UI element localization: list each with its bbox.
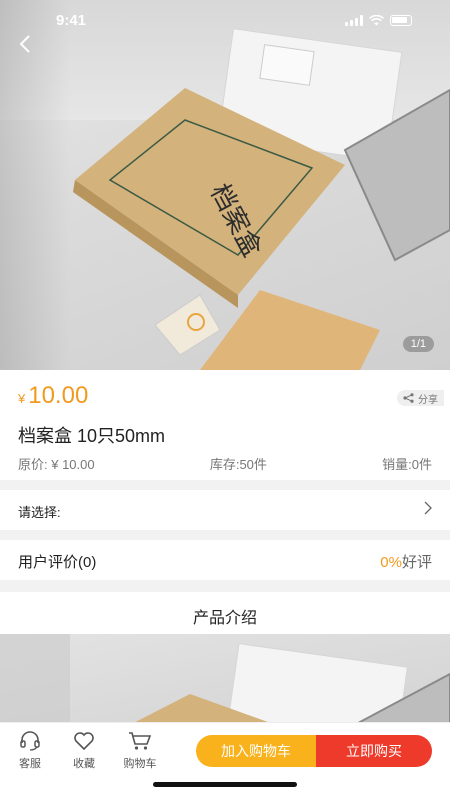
cart-label: 购物车 [123, 758, 157, 770]
customer-service-label: 客服 [19, 758, 41, 770]
cellular-signal-icon [345, 15, 363, 26]
product-photo: 档案盒 [73, 28, 450, 370]
positive-rate-suffix: 好评 [401, 554, 432, 571]
favorite-label: 收藏 [73, 758, 95, 770]
reviews-label: 用户评价(0) [18, 554, 97, 571]
product-title: 档案盒 10只50mm [18, 426, 166, 446]
share-icon [403, 393, 414, 403]
share-label: 分享 [418, 394, 438, 406]
status-icons [345, 15, 412, 26]
product-image-gallery[interactable]: 档案盒 1/1 [0, 0, 450, 370]
chevron-left-icon [19, 35, 30, 53]
share-button[interactable]: 分享 [397, 390, 444, 406]
spec-select-label: 请选择: [18, 505, 61, 520]
chevron-right-icon [424, 501, 432, 515]
positive-rate-value: 0% [380, 554, 402, 571]
status-bar: 9:41 [0, 0, 450, 44]
status-time: 9:41 [56, 12, 87, 29]
customer-service-button[interactable]: 客服 [8, 731, 52, 771]
product-meta: 原价: ¥ 10.00 库存:50件 销量:0件 [18, 454, 432, 473]
currency-symbol: ¥ [18, 391, 26, 406]
back-button[interactable] [12, 34, 38, 60]
price: ¥10.00 [18, 382, 88, 410]
home-indicator [153, 782, 297, 787]
product-info-card: ¥10.00 分享 档案盒 10只50mm 原价: ¥ 10.00 库存:50件… [0, 370, 450, 480]
shopping-cart-icon [129, 732, 152, 750]
stock: 库存:50件 [209, 457, 267, 472]
image-counter: 1/1 [402, 336, 434, 352]
buy-now-button[interactable]: 立即购买 [316, 735, 432, 767]
original-price: 原价: ¥ 10.00 [18, 457, 95, 472]
product-detail-image [0, 634, 450, 730]
headset-icon [20, 731, 40, 751]
spec-select-row[interactable]: 请选择: [0, 490, 450, 530]
heart-icon [74, 732, 94, 751]
cart-button[interactable]: 购物车 [118, 731, 162, 771]
positive-rate: 0%好评 [380, 551, 432, 572]
price-value: 10.00 [28, 382, 89, 409]
reviews-row[interactable]: 用户评价(0) 0%好评 [0, 540, 450, 580]
product-intro-header: 产品介绍 [0, 592, 450, 634]
battery-icon [390, 15, 412, 26]
wifi-icon [369, 15, 384, 26]
bottom-action-bar: 客服 收藏 购物车 加入购物车 立即购买 [0, 722, 450, 800]
sales-count: 销量:0件 [382, 457, 432, 472]
add-to-cart-button[interactable]: 加入购物车 [196, 735, 316, 767]
favorite-button[interactable]: 收藏 [62, 731, 106, 771]
product-intro-title: 产品介绍 [192, 610, 257, 627]
